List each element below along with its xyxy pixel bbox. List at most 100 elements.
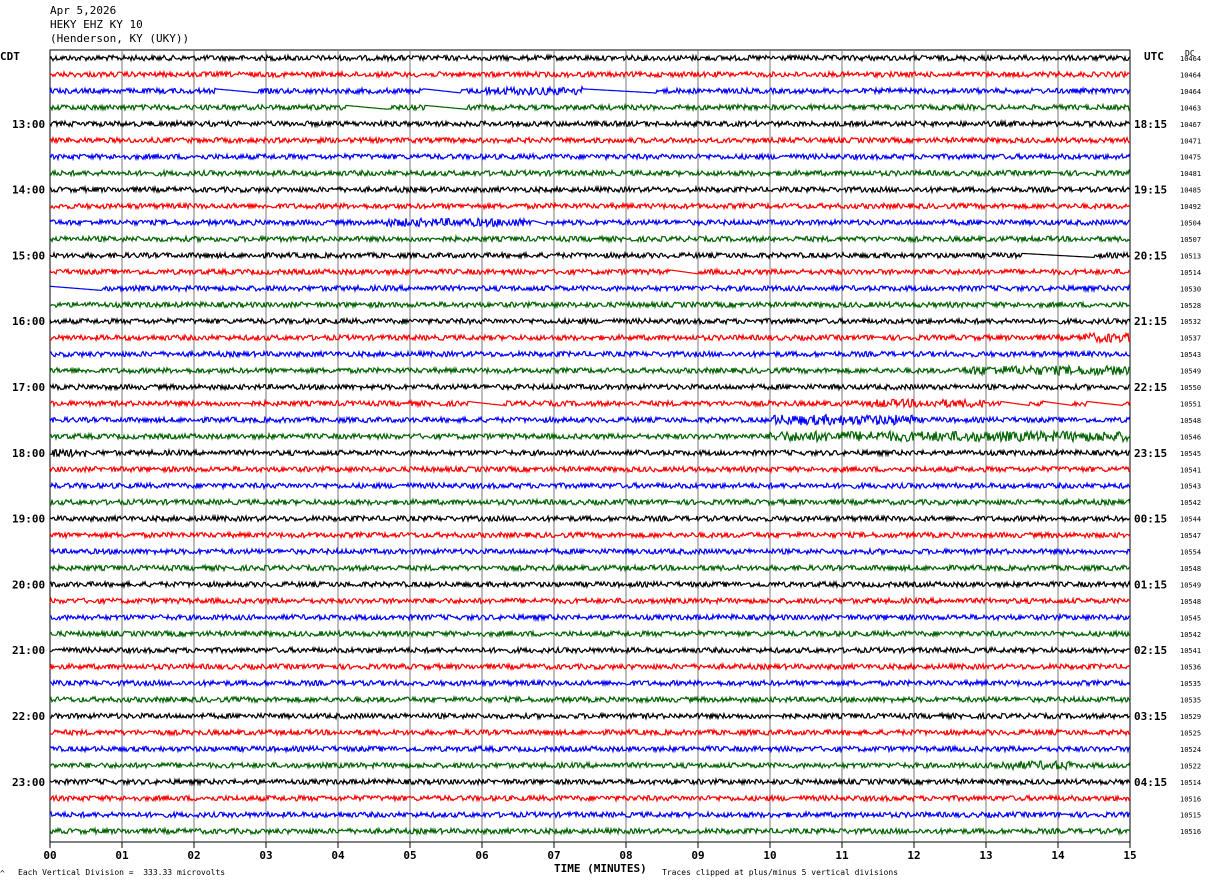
seismic-trace-row-19	[49, 363, 1131, 377]
right-hour-label: 20:15	[1134, 249, 1167, 262]
x-tick-label: 05	[403, 849, 416, 862]
seismic-trace-row-5	[49, 135, 1131, 146]
seismic-trace-row-23	[49, 429, 1131, 444]
dc-offset-value: 10516	[1180, 828, 1201, 836]
x-tick-label: 13	[979, 849, 992, 862]
seismic-trace-row-4	[49, 118, 1131, 129]
dc-offset-value: 10542	[1180, 499, 1201, 507]
dc-offset-value: 10464	[1180, 55, 1201, 63]
left-hour-label: 22:00	[12, 710, 45, 723]
seismic-trace-row-13	[49, 266, 1131, 277]
seismic-trace-row-20	[49, 382, 1131, 392]
dc-offset-value: 10492	[1180, 203, 1201, 211]
dc-offset-value: 10516	[1180, 795, 1201, 803]
right-hour-label: 04:15	[1134, 776, 1167, 789]
right-hour-label: 01:15	[1134, 578, 1167, 591]
left-hour-label: 23:00	[12, 776, 45, 789]
dc-offset-value: 10548	[1180, 417, 1201, 425]
right-hour-label: 23:15	[1134, 447, 1167, 460]
seismic-trace-row-16	[49, 316, 1131, 326]
dc-offset-value: 10544	[1180, 516, 1201, 524]
dc-offset-value: 10464	[1180, 71, 1201, 79]
dc-offset-value: 10550	[1180, 384, 1201, 392]
seismic-trace-row-28	[49, 513, 1131, 524]
seismic-trace-row-17	[49, 331, 1131, 345]
dc-offset-value: 10514	[1180, 269, 1201, 277]
left-hour-label: 14:00	[12, 184, 45, 197]
dc-offset-value: 10542	[1180, 631, 1201, 639]
helicorder-plot: 10464 10464 10464 10463 10467 10471 10475 10481…	[12, 49, 1201, 862]
dc-offset-value: 10515	[1180, 812, 1201, 820]
seismic-trace-row-15	[49, 299, 1131, 310]
dc-offset-value: 10467	[1180, 121, 1201, 129]
x-tick-label: 00	[43, 849, 56, 862]
x-tick-label: 12	[907, 849, 920, 862]
seismic-trace-row-10	[49, 216, 1131, 229]
seismic-trace-row-29	[49, 530, 1131, 540]
seismic-trace-row-8	[49, 184, 1131, 195]
dc-offset-value: 10528	[1180, 302, 1201, 310]
right-hour-label: 19:15	[1134, 184, 1167, 197]
left-hour-label: 16:00	[12, 315, 45, 328]
seismic-trace-row-32	[49, 579, 1131, 590]
x-tick-label: 07	[547, 849, 560, 862]
dc-offset-value: 10475	[1180, 154, 1201, 162]
dc-offset-value: 10535	[1180, 680, 1201, 688]
dc-offset-value: 10522	[1180, 762, 1201, 770]
seismic-trace-row-22	[49, 413, 1131, 427]
seismic-trace-row-33	[49, 595, 1131, 606]
dc-offset-value: 10485	[1180, 187, 1201, 195]
dc-offset-value: 10543	[1180, 483, 1201, 491]
dc-offset-value: 10507	[1180, 236, 1201, 244]
seismic-trace-row-0	[49, 53, 1131, 63]
dc-offset-value: 10532	[1180, 318, 1201, 326]
seismic-trace-row-3	[49, 102, 1131, 113]
seismic-trace-row-34	[49, 612, 1131, 623]
seismic-trace-row-24	[49, 447, 1131, 458]
dc-offset-value: 10504	[1180, 220, 1201, 228]
seismic-trace-row-45	[49, 793, 1131, 804]
seismic-trace-row-6	[49, 152, 1131, 162]
seismic-trace-row-14	[49, 283, 1131, 294]
dc-offset-value: 10554	[1180, 549, 1201, 557]
seismic-trace-row-37	[49, 661, 1131, 672]
dc-offset-value: 10464	[1180, 88, 1201, 96]
x-tick-label: 03	[259, 849, 272, 862]
seismic-trace-row-7	[49, 168, 1131, 179]
seismic-trace-row-46	[49, 809, 1131, 820]
seismic-trace-row-21	[49, 397, 1131, 409]
seismic-trace-row-42	[49, 744, 1131, 754]
right-hour-label: 02:15	[1134, 644, 1167, 657]
seismic-trace-row-9	[49, 201, 1131, 211]
dc-offset-value: 10529	[1180, 713, 1201, 721]
seismic-trace-row-38	[49, 678, 1131, 688]
seismic-trace-row-1	[49, 69, 1131, 80]
left-hour-label: 15:00	[12, 249, 45, 262]
x-tick-label: 01	[115, 849, 129, 862]
dc-offset-value: 10547	[1180, 532, 1201, 540]
dc-offset-value: 10524	[1180, 746, 1201, 754]
corner-mark: ^	[0, 869, 5, 878]
dc-offset-value: 10537	[1180, 335, 1201, 343]
x-tick-label: 11	[835, 849, 849, 862]
left-hour-label: 21:00	[12, 644, 45, 657]
right-hour-label: 21:15	[1134, 315, 1167, 328]
seismic-trace-row-2	[49, 84, 1131, 97]
left-hour-label: 20:00	[12, 578, 45, 591]
dc-offset-value: 10549	[1180, 368, 1201, 376]
x-tick-label: 08	[619, 849, 632, 862]
left-hour-label: 13:00	[12, 118, 45, 131]
seismic-trace-row-47	[49, 826, 1131, 837]
scale-note: Each Vertical Division = 333.33 microvol…	[18, 868, 226, 877]
dc-offset-value: 10536	[1180, 664, 1201, 672]
dc-offset-value: 10545	[1180, 450, 1201, 458]
seismic-trace-row-30	[49, 546, 1131, 557]
x-tick-label: 09	[691, 849, 704, 862]
dc-offset-value: 10546	[1180, 433, 1201, 441]
seismic-trace-row-31	[49, 563, 1131, 573]
dc-offset-value: 10481	[1180, 170, 1201, 178]
x-tick-label: 10	[763, 849, 776, 862]
seismic-trace-row-18	[49, 349, 1131, 360]
seismic-trace-row-11	[49, 234, 1131, 244]
dc-offset-value: 10541	[1180, 647, 1201, 655]
